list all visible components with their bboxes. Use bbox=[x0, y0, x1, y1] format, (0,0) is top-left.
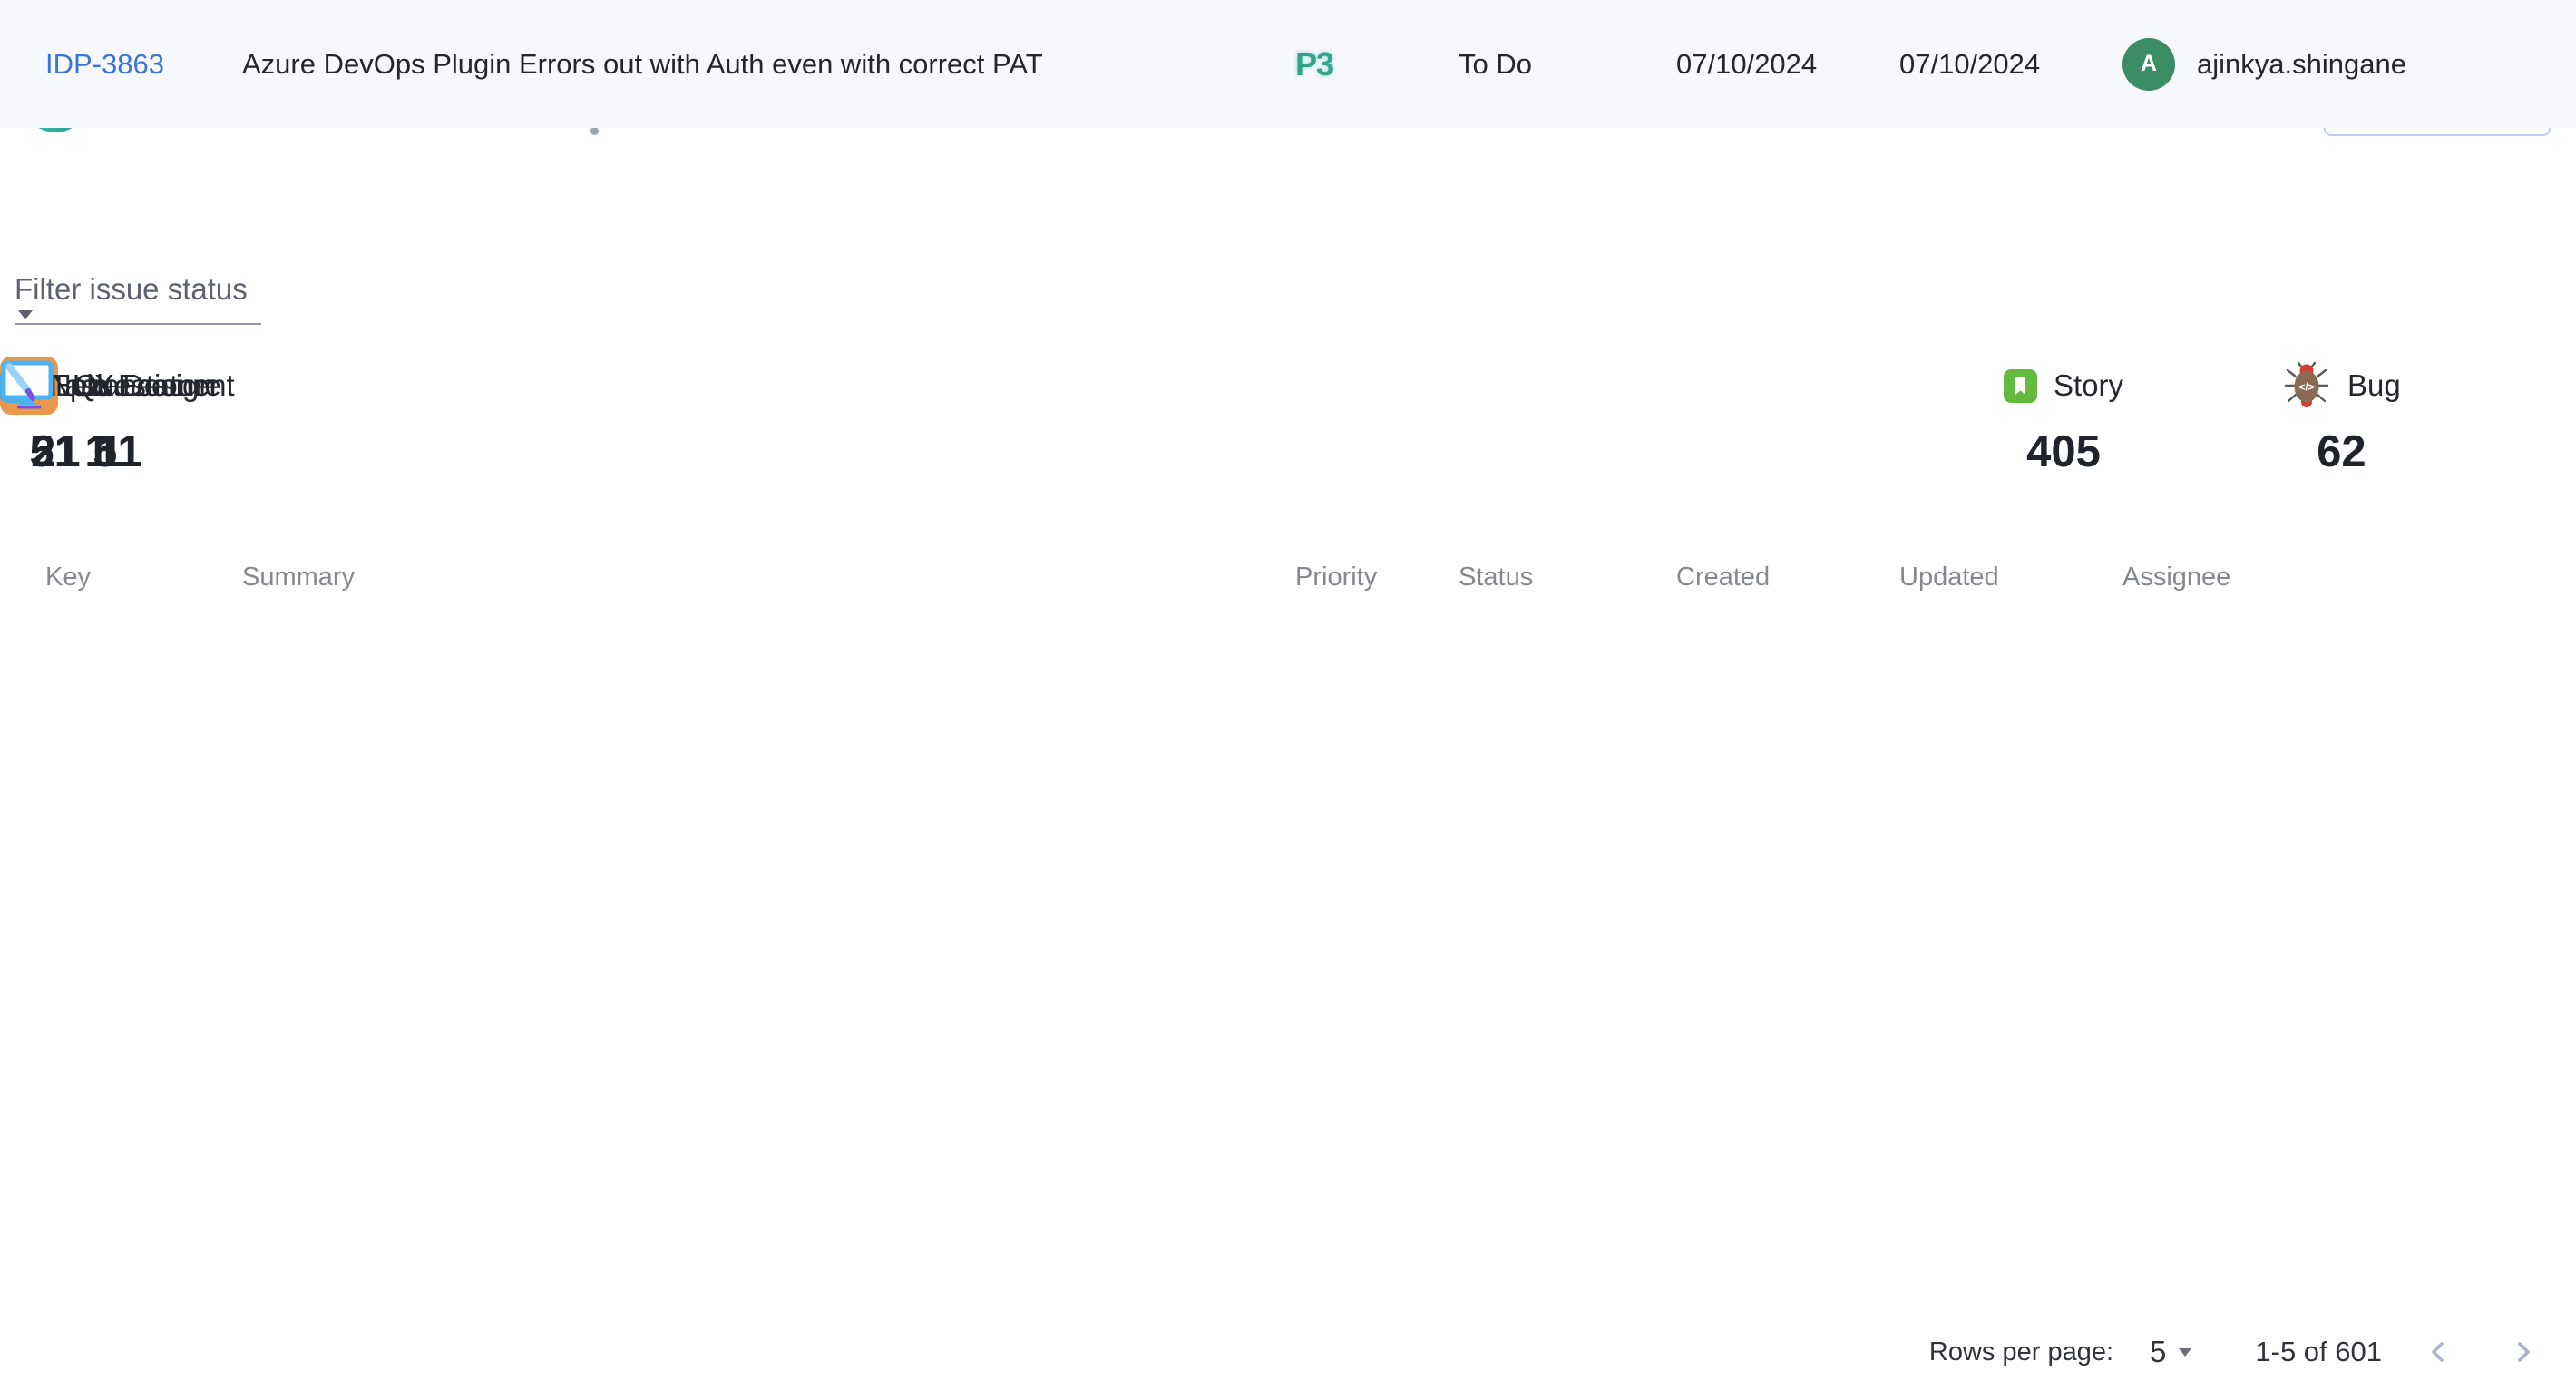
stat-label: Story bbox=[2054, 368, 2123, 403]
stat-label: UX Design bbox=[73, 368, 216, 403]
rows-per-page-label: Rows per page: bbox=[1929, 1337, 2113, 1367]
stat-label: Bug bbox=[2347, 368, 2401, 403]
table-pagination: Rows per page: 5 1-5 of 601 bbox=[1929, 1323, 2552, 1381]
rows-per-page-value: 5 bbox=[2150, 1335, 2166, 1369]
issue-created: 07/10/2024 bbox=[1676, 0, 1817, 128]
column-header-priority: Priority bbox=[1295, 563, 1377, 593]
stat-count: 1 bbox=[0, 426, 216, 477]
stat-story: Story 405 bbox=[2004, 354, 2123, 477]
column-header-status: Status bbox=[1459, 563, 1533, 593]
column-header-created: Created bbox=[1676, 563, 1770, 593]
stat-ux-design: UX Design 1 bbox=[0, 354, 216, 477]
select-underline bbox=[15, 323, 261, 325]
column-header-summary: Summary bbox=[242, 563, 355, 593]
issue-key-link[interactable]: IDP-3863 bbox=[45, 48, 164, 81]
table-header-row: Key Summary Priority Status Created Upda… bbox=[0, 563, 2576, 608]
avatar: A bbox=[2122, 38, 2175, 91]
issue-updated: 07/10/2024 bbox=[1899, 0, 2040, 128]
stat-count: 405 bbox=[2004, 426, 2123, 477]
rows-per-page-select[interactable]: 5 bbox=[2150, 1335, 2191, 1369]
story-icon bbox=[2004, 369, 2037, 403]
column-header-assignee: Assignee bbox=[2122, 563, 2230, 593]
stat-count: 62 bbox=[2282, 426, 2401, 477]
filter-issue-status-select[interactable]: Filter issue status bbox=[15, 272, 261, 323]
next-page-button[interactable] bbox=[2494, 1323, 2552, 1381]
column-header-key: Key bbox=[45, 563, 91, 593]
pagination-range: 1-5 of 601 bbox=[2255, 1336, 2382, 1368]
issue-status: To Do bbox=[1459, 0, 1532, 128]
jira-plugin-card: Jira Internal Developer Portal | softwar… bbox=[0, 0, 2576, 1381]
ux-design-icon bbox=[0, 359, 56, 412]
chevron-down-icon bbox=[2179, 1348, 2191, 1357]
column-header-updated: Updated bbox=[1899, 563, 1999, 593]
assignee-name: ajinkya.shingane bbox=[2197, 48, 2406, 81]
svg-text:</>: </> bbox=[2298, 381, 2314, 394]
issue-summary: Azure DevOps Plugin Errors out with Auth… bbox=[242, 0, 1043, 128]
stat-bug: </> Bug 62 bbox=[2282, 354, 2401, 477]
bug-icon: </> bbox=[2282, 361, 2331, 410]
priority-p3-icon: P3 bbox=[1295, 45, 1333, 83]
previous-page-button[interactable] bbox=[2409, 1323, 2467, 1381]
filter-issue-status-label: Filter issue status bbox=[15, 272, 248, 307]
chevron-down-icon bbox=[18, 310, 33, 319]
table-row: IDP-3863 Azure DevOps Plugin Errors out … bbox=[0, 0, 2576, 128]
